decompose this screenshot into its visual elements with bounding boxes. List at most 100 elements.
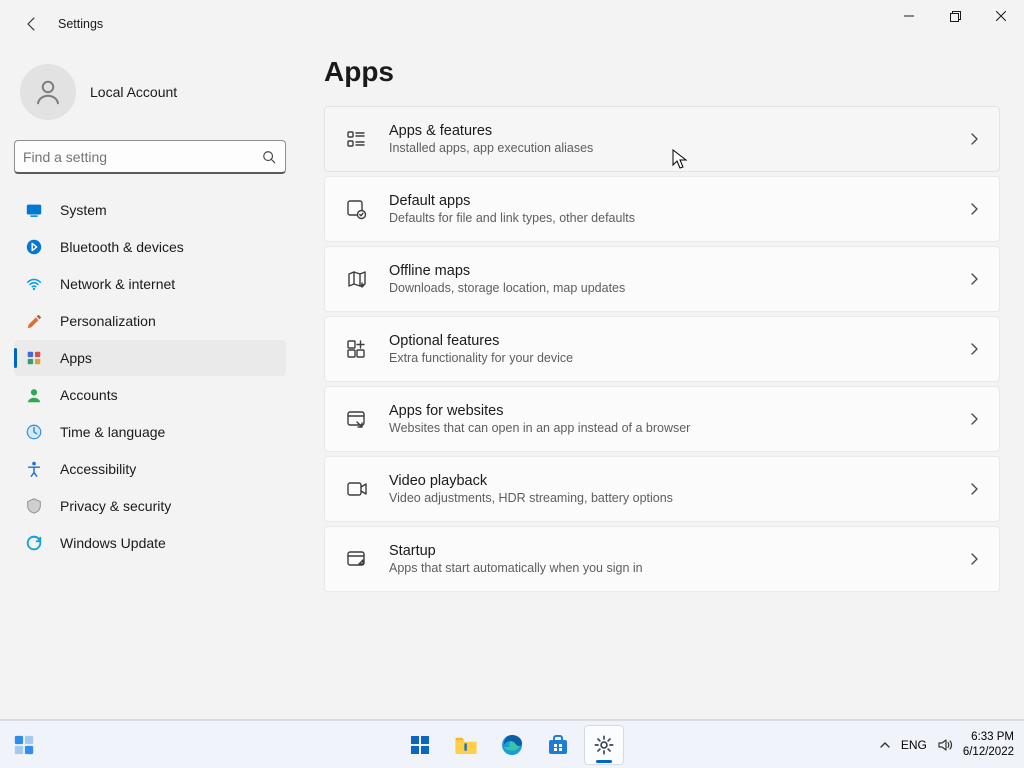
card-subtitle: Video adjustments, HDR streaming, batter… [389, 491, 947, 505]
caption-buttons [886, 0, 1024, 32]
chevron-right-icon [967, 552, 981, 566]
card-apps-websites[interactable]: Apps for websitesWebsites that can open … [324, 386, 1000, 452]
card-subtitle: Apps that start automatically when you s… [389, 561, 947, 575]
sidebar-item-label: Privacy & security [60, 498, 171, 514]
start-button[interactable] [400, 725, 440, 765]
settings-cards: Apps & featuresInstalled apps, app execu… [324, 106, 1000, 592]
update-icon [24, 533, 44, 553]
card-text: Apps & featuresInstalled apps, app execu… [389, 123, 947, 155]
card-video-playback[interactable]: Video playback Video adjustments, HDR str… [324, 456, 1000, 522]
sidebar-item-accessibility[interactable]: Accessibility [14, 451, 286, 487]
chevron-up-icon [879, 739, 891, 751]
system-icon [24, 200, 44, 220]
card-text: Offline mapsDownloads, storage location,… [389, 263, 947, 295]
video-playback-icon [343, 476, 369, 502]
card-title: Apps for websites [389, 403, 947, 419]
default-apps-icon [343, 196, 369, 222]
card-subtitle: Defaults for file and link types, other … [389, 211, 947, 225]
widgets-button[interactable] [10, 731, 38, 759]
settings-window: Settings Local Account [0, 0, 1024, 768]
search-box[interactable] [14, 140, 286, 174]
search-input[interactable] [23, 149, 261, 165]
language-indicator[interactable]: ENG [901, 738, 927, 752]
apps-features-icon [343, 126, 369, 152]
edge-button[interactable] [492, 725, 532, 765]
card-startup[interactable]: Startup Apps that start automatically whe… [324, 526, 1000, 592]
profile-block[interactable]: Local Account [0, 60, 300, 140]
card-optional-feat[interactable]: Optional featuresExtra functionality for… [324, 316, 1000, 382]
card-default-apps[interactable]: Default apps Defaults for file and link t… [324, 176, 1000, 242]
card-text: Video playback Video adjustments, HDR str… [389, 473, 947, 505]
widgets-icon [13, 734, 35, 756]
time-icon [24, 422, 44, 442]
settings-taskbar-button[interactable] [584, 725, 624, 765]
store-button[interactable] [538, 725, 578, 765]
close-button[interactable] [978, 0, 1024, 32]
sidebar-item-time[interactable]: Time & language [14, 414, 286, 450]
minimize-icon [904, 11, 914, 21]
chevron-right-icon [967, 132, 981, 146]
card-apps-features[interactable]: Apps & featuresInstalled apps, app execu… [324, 106, 1000, 172]
explorer-button[interactable] [446, 725, 486, 765]
minimize-button[interactable] [886, 0, 932, 32]
card-offline-maps[interactable]: Offline mapsDownloads, storage location,… [324, 246, 1000, 312]
profile-name: Local Account [90, 84, 177, 100]
card-title: Default apps [389, 193, 947, 209]
card-subtitle: Installed apps, app execution aliases [389, 141, 947, 155]
nav-list: System Bluetooth & devices Network & inter… [0, 190, 300, 561]
folder-icon [453, 732, 479, 758]
personalization-icon [24, 311, 44, 331]
sidebar-item-accounts[interactable]: Accounts [14, 377, 286, 413]
windows-icon [408, 733, 432, 757]
sidebar-item-bluetooth[interactable]: Bluetooth & devices [14, 229, 286, 265]
card-text: Optional featuresExtra functionality for… [389, 333, 947, 365]
privacy-icon [24, 496, 44, 516]
optional-feat-icon [343, 336, 369, 362]
avatar [20, 64, 76, 120]
gear-icon [593, 734, 615, 756]
sidebar-item-label: Time & language [60, 424, 165, 440]
store-icon [546, 733, 570, 757]
apps-websites-icon [343, 406, 369, 432]
sidebar-item-privacy[interactable]: Privacy & security [14, 488, 286, 524]
search-icon [261, 149, 277, 165]
search-wrap [0, 140, 300, 190]
sidebar-item-label: Apps [60, 350, 92, 366]
main-content: Apps Apps & featuresInstalled apps, app … [300, 48, 1024, 768]
apps-icon [24, 348, 44, 368]
network-icon [24, 274, 44, 294]
card-subtitle: Extra functionality for your device [389, 351, 947, 365]
volume-button[interactable] [937, 737, 953, 753]
card-title: Video playback [389, 473, 947, 489]
tray-chevron[interactable] [879, 739, 891, 751]
chevron-right-icon [967, 412, 981, 426]
taskbar-left [10, 731, 38, 759]
maximize-button[interactable] [932, 0, 978, 32]
taskbar: ENG 6:33 PM 6/12/2022 [0, 720, 1024, 768]
chevron-right-icon [967, 202, 981, 216]
accounts-icon [24, 385, 44, 405]
sidebar-item-label: Accounts [60, 387, 118, 403]
sidebar-item-label: System [60, 202, 107, 218]
sidebar-item-update[interactable]: Windows Update [14, 525, 286, 561]
bluetooth-icon [24, 237, 44, 257]
clock-date: 6/12/2022 [963, 745, 1014, 759]
close-icon [996, 11, 1006, 21]
sidebar-item-apps[interactable]: Apps [14, 340, 286, 376]
clock[interactable]: 6:33 PM 6/12/2022 [963, 730, 1014, 759]
sidebar-item-personalization[interactable]: Personalization [14, 303, 286, 339]
clock-time: 6:33 PM [963, 730, 1014, 744]
titlebar: Settings [0, 0, 1024, 48]
taskbar-right: ENG 6:33 PM 6/12/2022 [879, 730, 1014, 759]
sidebar-item-label: Accessibility [60, 461, 136, 477]
card-title: Startup [389, 543, 947, 559]
window-title: Settings [58, 17, 103, 31]
speaker-icon [937, 737, 953, 753]
person-icon [33, 77, 63, 107]
sidebar-item-label: Bluetooth & devices [60, 239, 184, 255]
sidebar-item-label: Windows Update [60, 535, 166, 551]
sidebar-item-network[interactable]: Network & internet [14, 266, 286, 302]
sidebar-item-system[interactable]: System [14, 192, 286, 228]
back-button[interactable] [16, 8, 48, 40]
taskbar-center [400, 725, 624, 765]
